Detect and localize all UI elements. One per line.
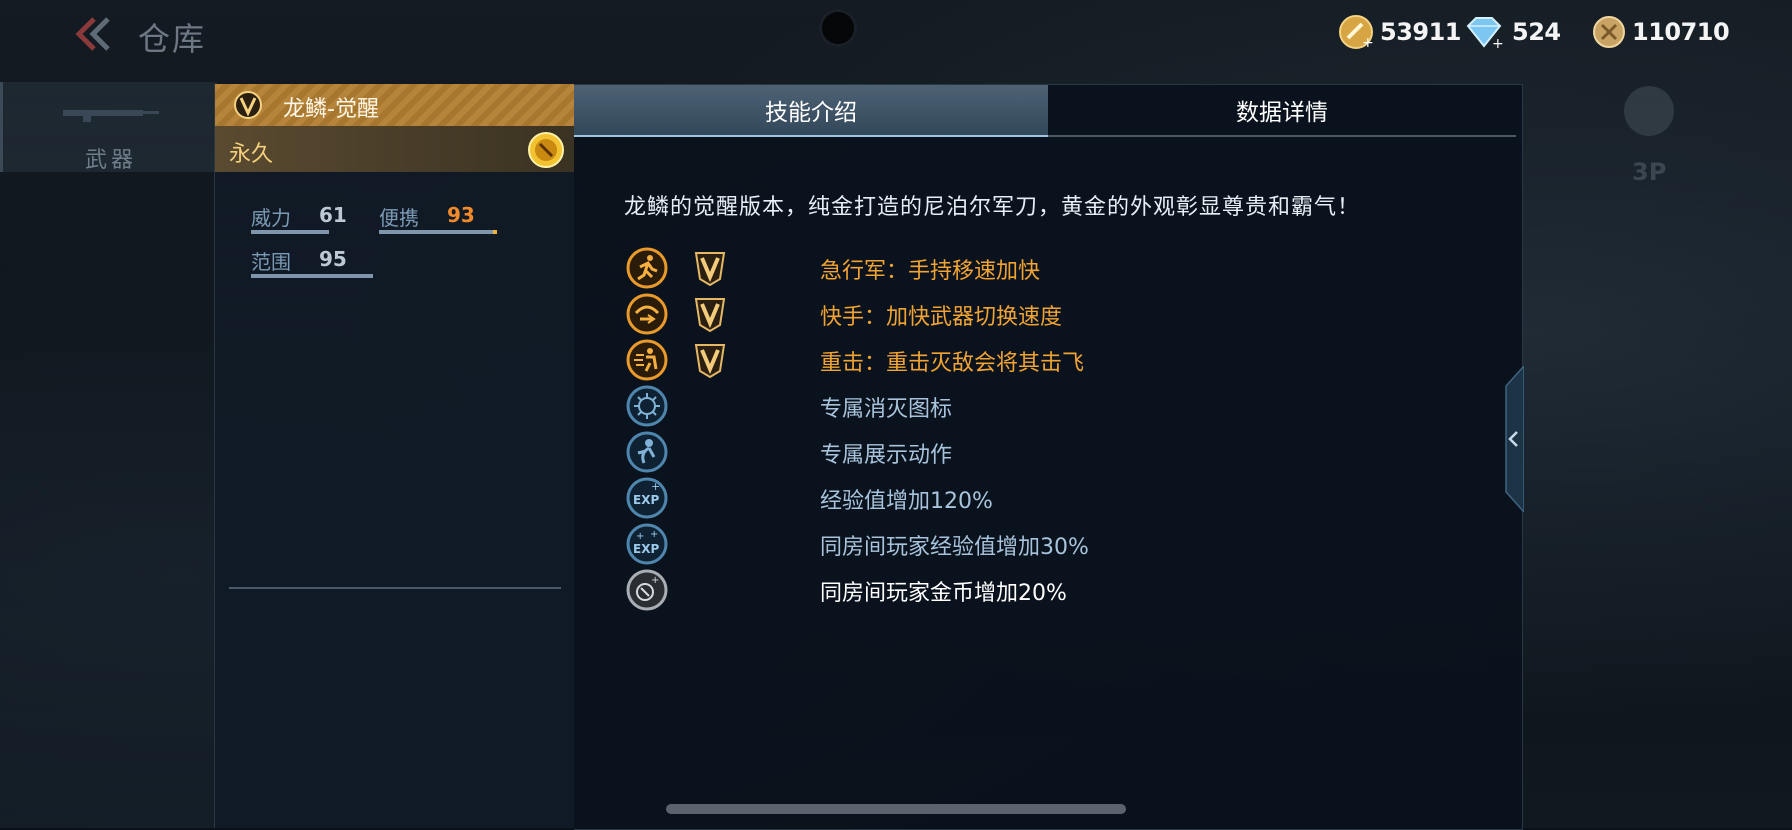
display-action-icon [626, 431, 668, 473]
tab-skill-intro[interactable]: 技能介绍 [574, 85, 1048, 137]
perk-text: 专属展示动作 [820, 443, 953, 468]
stat-value: 61 [319, 203, 347, 227]
svg-text:EXP: EXP [633, 493, 659, 507]
quick-hand-icon [626, 293, 668, 335]
view-toggle-3p[interactable]: 3P [1618, 86, 1674, 186]
back-arrow-icon [75, 17, 110, 51]
weapon-name: 龙鳞-觉醒 [283, 97, 379, 122]
perk-text: 重击：重击灭敌会将其击飞 [820, 351, 1085, 376]
stat-bar [379, 230, 497, 234]
tab-data-details[interactable]: 数据详情 [1048, 85, 1516, 137]
top-bar: 仓库 + 53911 + 524 110710 [0, 0, 1792, 70]
sidebar-tab-label: 武器 [85, 148, 138, 173]
exp-icon: EXP + [626, 477, 668, 519]
svg-text:+: + [1492, 36, 1504, 50]
stat-bar-fill [493, 230, 497, 234]
view-toggle-label: 3P [1632, 158, 1667, 186]
weapon-header: 龙鳞-觉醒 [215, 84, 575, 127]
perk-row: 快手：加快武器切换速度 [626, 293, 1426, 337]
medal-currency[interactable]: 110710 [1592, 12, 1730, 52]
svg-text:+: + [650, 529, 658, 540]
gold-amount: 53911 [1380, 18, 1462, 46]
svg-text:+: + [1362, 35, 1374, 50]
medal-amount: 110710 [1632, 18, 1730, 46]
rifle-icon [63, 110, 159, 122]
svg-text:+: + [651, 480, 660, 493]
diamond-currency[interactable]: + 524 [1462, 12, 1561, 52]
stat-label: 威力 [251, 206, 291, 230]
perk-row: EXP + + 同房间玩家经验值增加30% [626, 523, 1426, 567]
perk-row: + 同房间玩家金币增加20% [626, 569, 1426, 613]
stat-label: 范围 [251, 250, 291, 274]
perk-row: 重击：重击灭敌会将其击飞 [626, 339, 1426, 383]
perk-text: 急行军：手持移速加快 [820, 259, 1041, 284]
perk-row: 专属消灭图标 [626, 385, 1426, 429]
tab-bar: 技能介绍 数据详情 [574, 85, 1516, 137]
detail-panel: 技能介绍 数据详情 龙鳞的觉醒版本，纯金打造的尼泊尔军刀，黄金的外观彰显尊贵和霸… [574, 84, 1523, 830]
perk-row: 专属展示动作 [626, 431, 1426, 475]
gamepad-icon [1624, 86, 1674, 136]
stat-portability: 便携 93 [379, 202, 499, 234]
diamond-amount: 524 [1512, 18, 1561, 46]
gold-coin-icon: + [1339, 15, 1374, 50]
horizontal-scrollbar[interactable] [666, 804, 1126, 814]
kill-icon-badge-icon [626, 385, 668, 427]
stat-power: 威力 61 [251, 202, 347, 234]
perk-text: 同房间玩家金币增加20% [820, 581, 1067, 606]
vip-v-icon [234, 91, 262, 119]
perk-row: EXP + 经验值增加120% [626, 477, 1426, 521]
collapse-panel-handle[interactable] [1500, 366, 1524, 512]
stat-bar [251, 274, 373, 278]
medal-coin-icon [1593, 16, 1625, 48]
sidebar-tab-weapons[interactable]: 武器 [0, 82, 217, 173]
sprint-icon [626, 247, 668, 289]
gold-currency[interactable]: + 53911 [1338, 12, 1462, 52]
diamond-icon: + [1466, 17, 1504, 50]
vip-v-icon [694, 298, 726, 333]
stat-bar [251, 230, 329, 234]
team-gold-icon: + [626, 569, 668, 611]
perk-text: 快手：加快武器切换速度 [820, 305, 1063, 330]
weapon-description: 龙鳞的觉醒版本，纯金打造的尼泊尔军刀，黄金的外观彰显尊贵和霸气！ [624, 195, 1361, 220]
page-title: 仓库 [138, 20, 207, 58]
svg-text:+: + [651, 575, 659, 586]
perk-row: 急行军：手持移速加快 [626, 247, 1426, 291]
panel-divider [229, 587, 561, 589]
perk-text: 同房间玩家经验值增加30% [820, 535, 1089, 560]
svg-text:+: + [636, 531, 644, 542]
stat-label: 便携 [379, 206, 419, 230]
vip-v-icon [694, 252, 726, 287]
perk-text: 专属消灭图标 [820, 397, 953, 422]
team-exp-icon: EXP + + [626, 523, 668, 565]
vip-v-icon [694, 344, 726, 379]
perk-text: 经验值增加120% [820, 489, 993, 514]
stat-value: 95 [319, 247, 347, 271]
duration-row: 永久 [215, 126, 575, 172]
stat-value: 93 [447, 203, 475, 227]
weapon-duration: 永久 [229, 142, 274, 167]
back-button[interactable] [72, 14, 116, 54]
stat-range: 范围 95 [251, 246, 375, 278]
camera-notch [822, 12, 854, 44]
gold-medal-icon [528, 132, 564, 168]
svg-text:EXP: EXP [633, 542, 659, 556]
heavy-hit-icon [626, 339, 668, 381]
weapon-info-panel: 龙鳞-觉醒 永久 威力 61 便携 93 范围 95 [214, 84, 575, 828]
